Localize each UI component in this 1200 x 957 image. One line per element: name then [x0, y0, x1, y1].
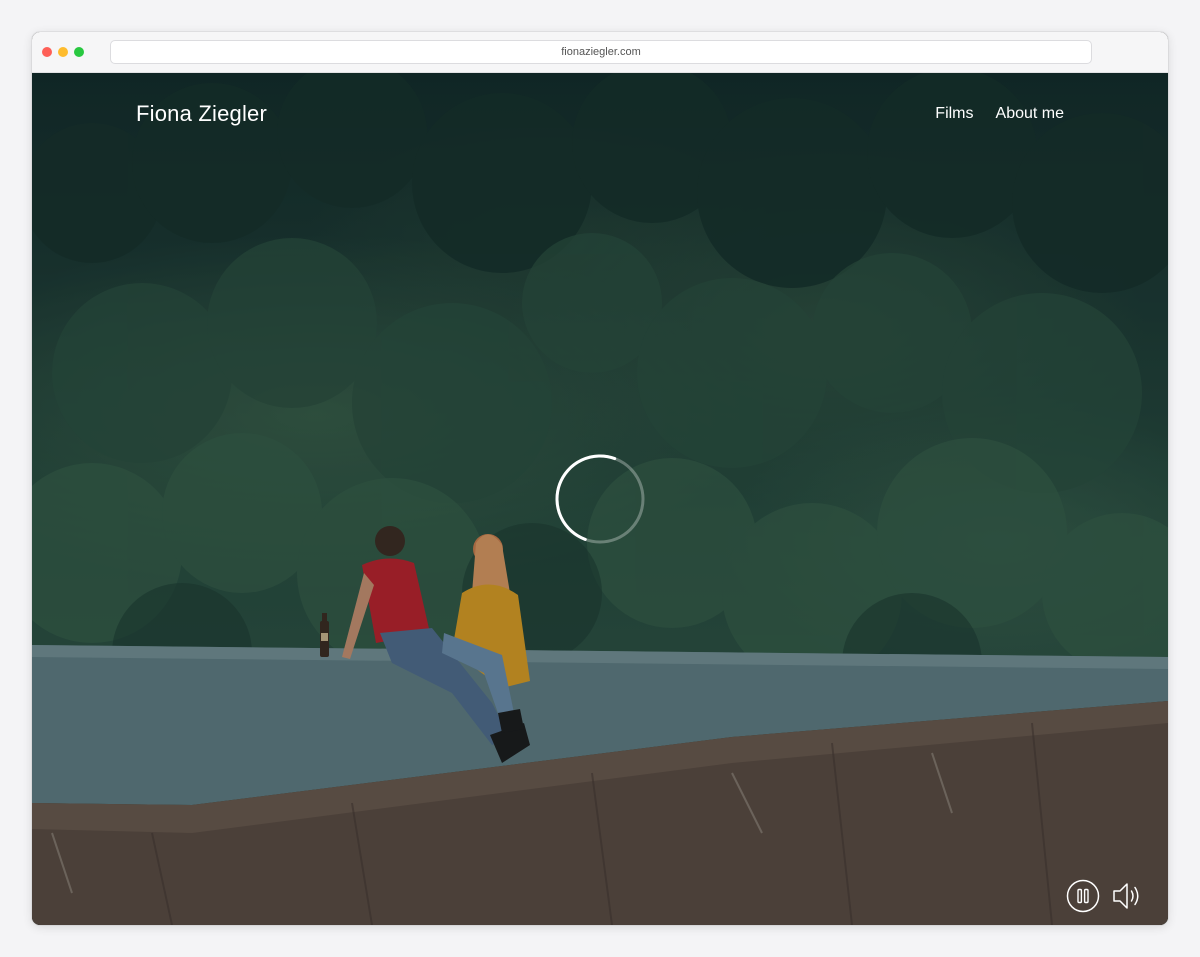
- browser-window: fionaziegler.com Fiona Ziegler Films Abo…: [32, 32, 1168, 925]
- browser-chrome: fionaziegler.com: [32, 32, 1168, 73]
- video-controls: [1066, 879, 1144, 913]
- address-bar[interactable]: fionaziegler.com: [110, 40, 1092, 64]
- speaker-icon: [1113, 883, 1139, 909]
- sound-button[interactable]: [1110, 879, 1144, 913]
- pause-button[interactable]: [1066, 879, 1100, 913]
- hero-video[interactable]: Fiona Ziegler Films About me: [32, 73, 1168, 925]
- loading-spinner-icon: [555, 454, 645, 544]
- main-nav: Films About me: [935, 105, 1064, 123]
- pause-icon: [1066, 879, 1100, 913]
- minimize-window-button[interactable]: [58, 47, 68, 57]
- site-brand[interactable]: Fiona Ziegler: [136, 101, 267, 127]
- nav-link-about-me[interactable]: About me: [996, 105, 1064, 123]
- maximize-window-button[interactable]: [74, 47, 84, 57]
- nav-link-films[interactable]: Films: [935, 105, 973, 123]
- close-window-button[interactable]: [42, 47, 52, 57]
